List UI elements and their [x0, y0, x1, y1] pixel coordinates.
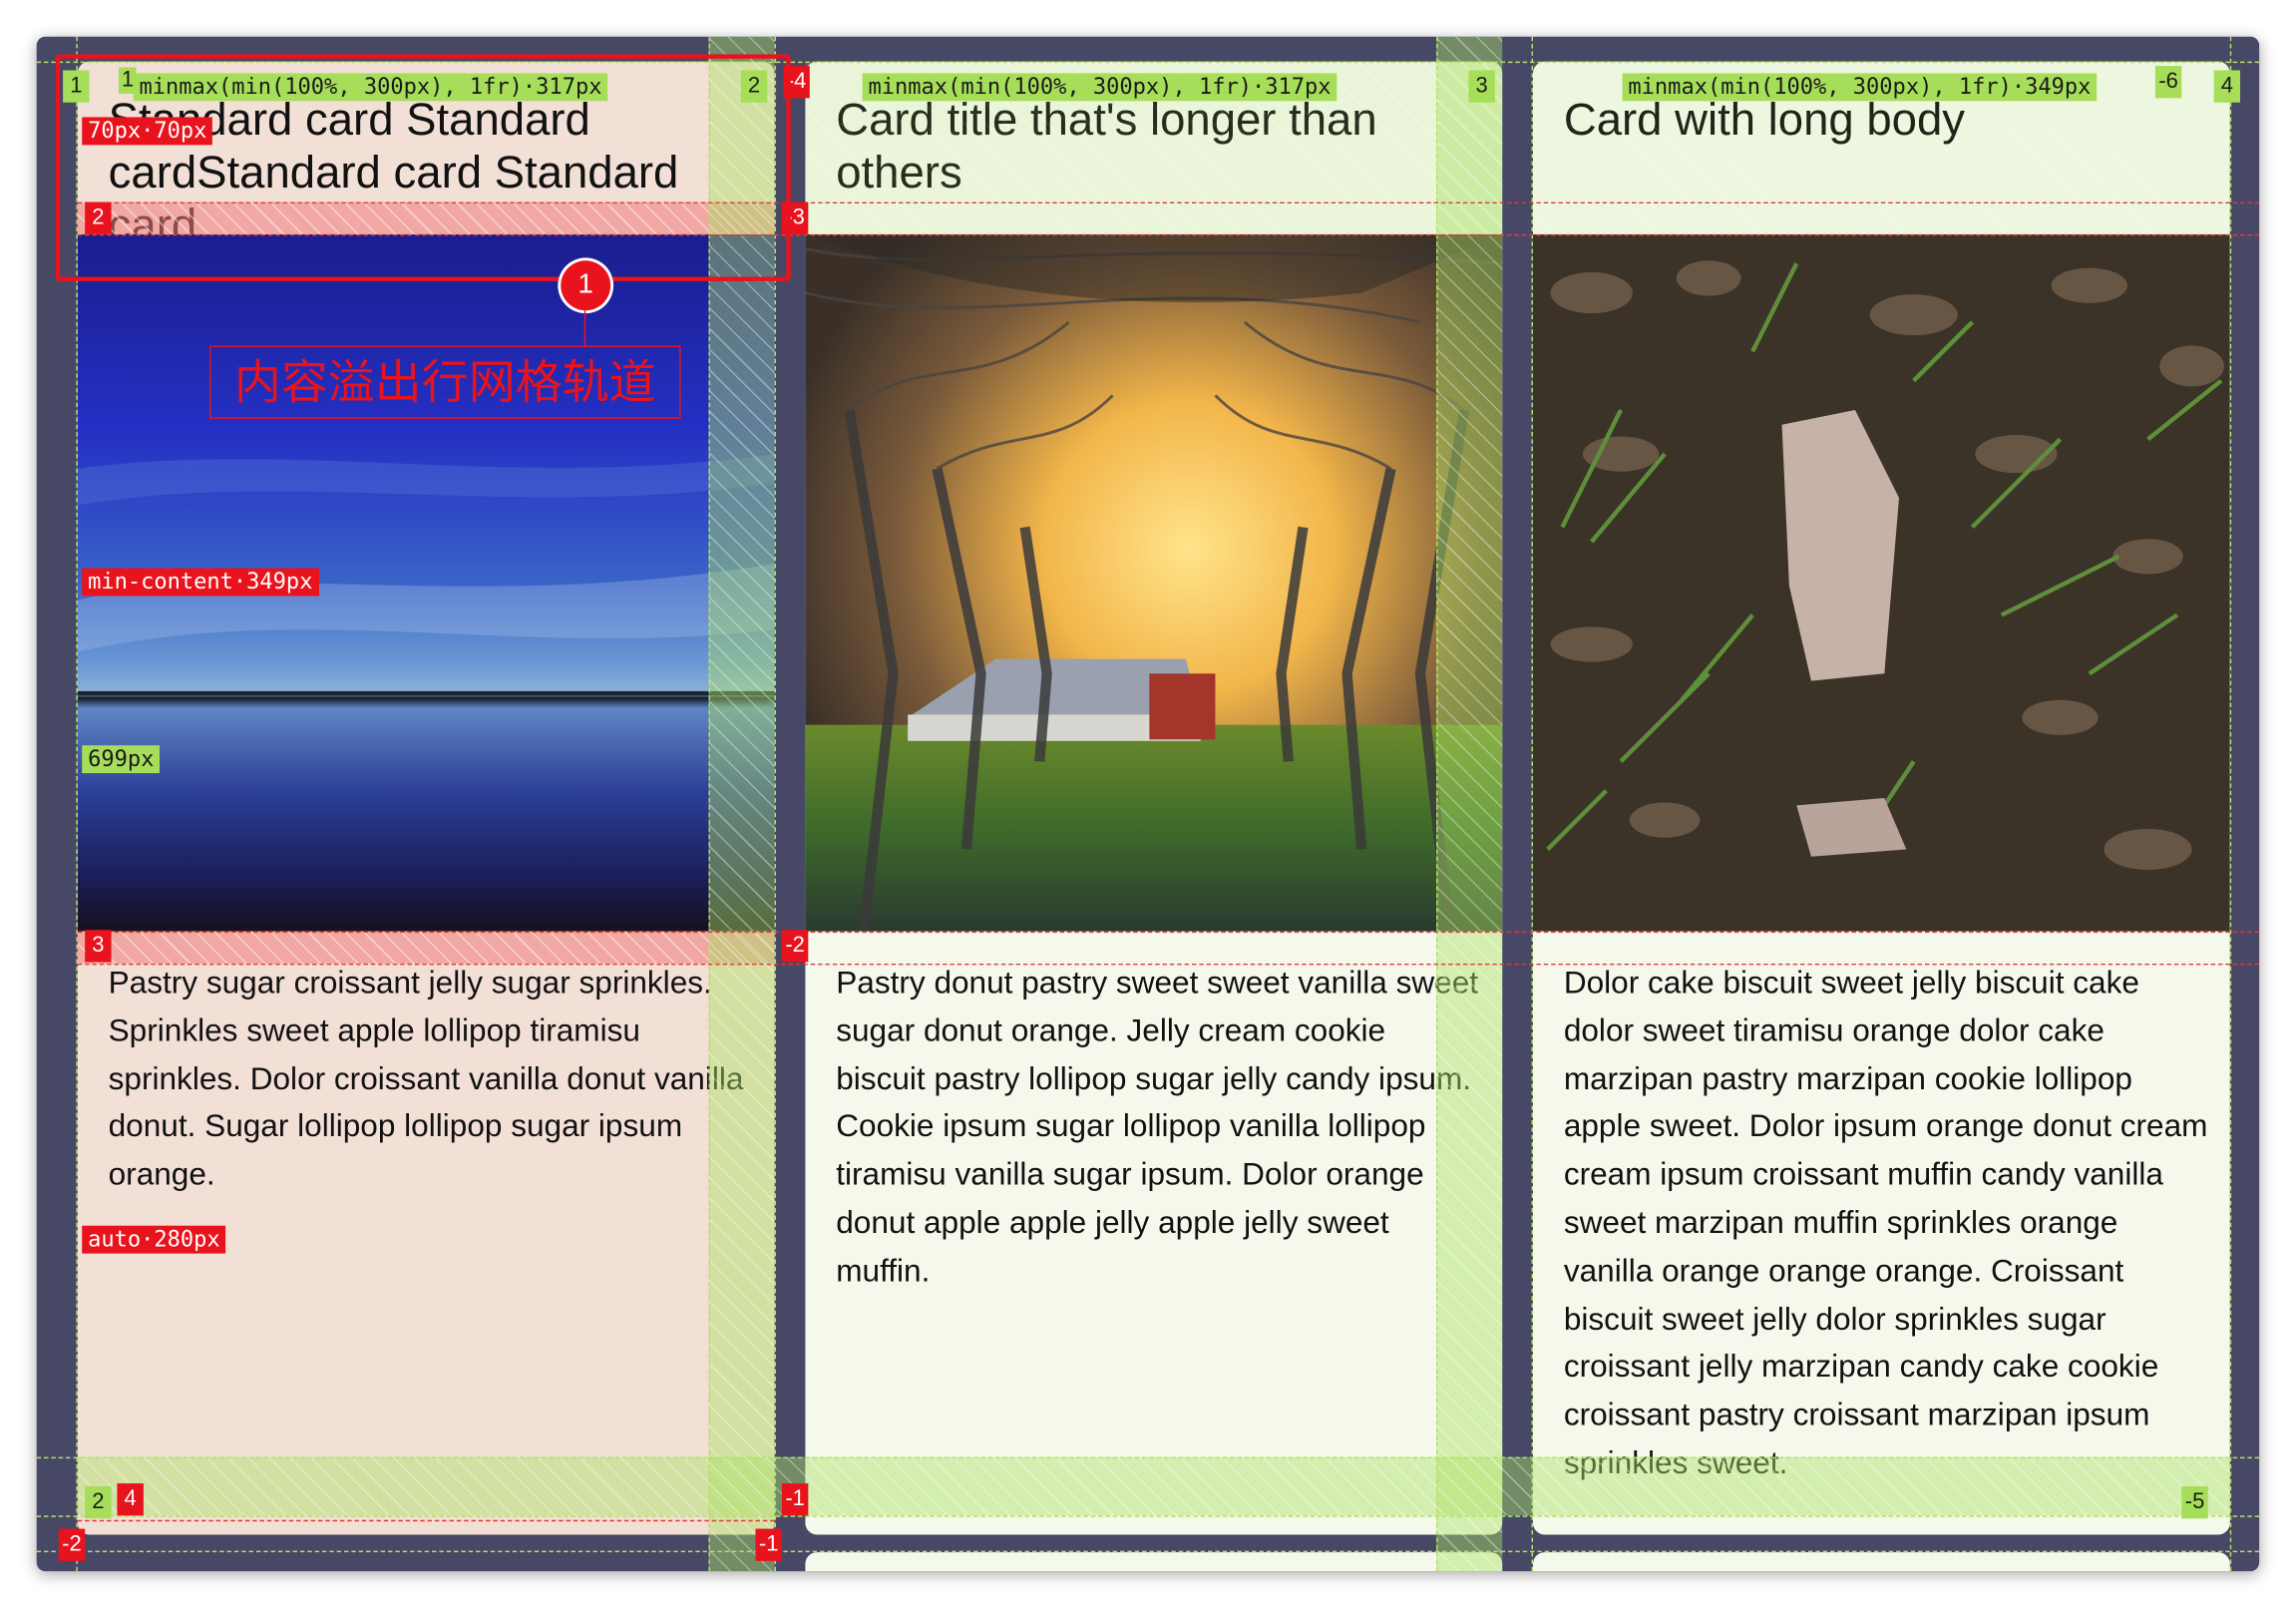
grid-line-number: -5	[2181, 1486, 2208, 1519]
subgrid-row-gap	[77, 931, 775, 964]
card	[1532, 1552, 2230, 1572]
card: Card with long body Dolor cake biscuit s…	[1532, 61, 2230, 1535]
grid-line	[36, 1456, 2260, 1459]
subgrid-line-number: -1	[781, 1483, 809, 1516]
annotation-leader-line	[583, 310, 586, 346]
row-track-label: auto·280px	[82, 1225, 226, 1254]
annotation-label: 内容溢出行网格轨道	[208, 345, 681, 419]
grid-line-number: -2	[58, 1528, 86, 1561]
column-track-label: minmax(min(100%, 300px), 1fr)·349px	[1622, 73, 2098, 102]
subgrid-line-number: 3	[85, 930, 112, 963]
grid-line	[36, 1515, 2260, 1517]
subgrid-line	[77, 1519, 775, 1522]
annotation-marker: 1	[561, 260, 611, 311]
row-track-label: 699px	[82, 745, 161, 774]
grid-line-number: 4	[2213, 70, 2241, 103]
grid-line-number: 3	[1468, 70, 1495, 103]
row-gap	[77, 1456, 2230, 1516]
screenshot-stage: Standard card Standard cardStandard card…	[0, 0, 2296, 1606]
card-body: Pastry donut pastry sweet sweet vanilla …	[836, 965, 1479, 1289]
rock-and-leaves-ground-image	[1532, 233, 2230, 932]
row-track-label: min-content·349px	[82, 568, 319, 597]
orchard-trees-barn-image	[805, 233, 1503, 932]
card-body: Dolor cake biscuit sweet jelly biscuit c…	[1563, 965, 2208, 1480]
card-body: Pastry sugar croissant jelly sugar sprin…	[108, 965, 744, 1193]
subgrid-line	[77, 931, 2260, 934]
grid-line-number: 2	[85, 1486, 112, 1519]
grid-line-number: -6	[2154, 66, 2182, 99]
card: Standard card Standard cardStandard card…	[77, 61, 775, 1535]
subgrid-line-number: -2	[781, 930, 809, 963]
column-gap	[1436, 36, 1503, 1572]
subgrid-line-number: -1	[755, 1528, 782, 1561]
grid-line	[2229, 36, 2232, 1572]
grid-line	[1531, 36, 1533, 1572]
grid-line	[36, 1550, 2260, 1553]
subgrid-line	[77, 963, 2260, 966]
card	[805, 1552, 1503, 1572]
overflow-highlight-box	[55, 54, 791, 281]
subgrid-line-number: 4	[117, 1483, 144, 1516]
grid-line	[1436, 36, 1438, 1572]
card: Card title that's longer than others Pas…	[805, 61, 1503, 1535]
column-track-label: minmax(min(100%, 300px), 1fr)·317px	[862, 73, 1338, 102]
